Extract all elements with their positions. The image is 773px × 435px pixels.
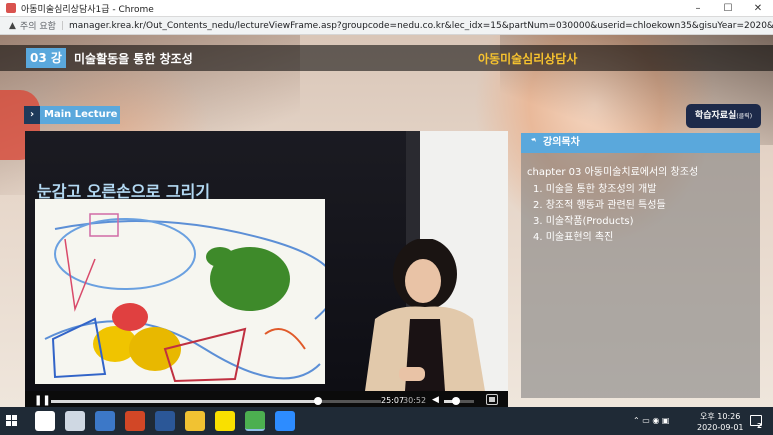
lecture-page: 03 강 미술활동을 통한 창조성 아동미술심리상담사 › Main Lectu…	[0, 35, 773, 407]
video-player[interactable]: 눈감고 오른손으로 그리기 ❚❚ 25:07 30:52 ◀	[25, 131, 508, 407]
course-name: 아동미술심리상담사	[478, 52, 578, 66]
task-view-icon[interactable]	[35, 411, 55, 431]
chevron-right-icon: ›	[24, 106, 40, 124]
lesson-title: 미술활동을 통한 창조성	[74, 52, 193, 66]
current-time: 25:07	[381, 396, 405, 405]
volume-slider[interactable]	[444, 397, 474, 405]
contents-list: 1. 미술을 통한 창조성의 개발 2. 창조적 행동과 관련된 특성들 3. …	[533, 182, 666, 246]
list-item: 2. 창조적 행동과 관련된 특성들	[533, 200, 666, 211]
fullscreen-icon[interactable]	[486, 394, 498, 405]
clock-time[interactable]: 오후 10:26	[700, 411, 740, 422]
progress-fill	[51, 400, 319, 403]
word-app-icon[interactable]	[155, 411, 175, 431]
window-controls: – ☐ ✕	[683, 0, 773, 17]
presenter-video	[355, 238, 495, 391]
zoom-app-icon[interactable]	[275, 411, 295, 431]
list-item: 4. 미술표현의 촉진	[533, 232, 614, 243]
speaker-icon[interactable]: ◀	[432, 395, 439, 405]
clock-date[interactable]: 2020-09-01	[697, 423, 744, 432]
pause-icon[interactable]: ❚❚	[34, 395, 51, 406]
lesson-number-badge: 03 강	[26, 48, 66, 68]
url-text[interactable]: manager.krea.kr/Out_Contents_nedu/lectur…	[69, 21, 773, 31]
word-pad-app-icon[interactable]	[95, 411, 115, 431]
app-favicon-icon	[6, 3, 16, 13]
minimize-button[interactable]: –	[683, 0, 713, 17]
kakaotalk-app-icon[interactable]	[215, 411, 235, 431]
presenter-svg	[365, 238, 485, 391]
contents-header-label: 강의목차	[543, 137, 580, 148]
lecture-contents-panel: 강의목차 chapter 03 아동미술치료에서의 창조성 1. 미술을 통한 …	[521, 133, 760, 398]
volume-knob[interactable]	[452, 397, 460, 405]
total-time: 30:52	[403, 396, 427, 405]
progress-bar[interactable]	[51, 397, 381, 405]
security-label[interactable]: 주의 요함	[20, 19, 56, 32]
notification-count: 2	[757, 422, 762, 430]
list-item: 1. 미술을 통한 창조성의 개발	[533, 184, 657, 195]
learning-materials-sub: (클릭)	[736, 113, 753, 120]
warning-triangle-icon[interactable]: ▲	[9, 21, 16, 31]
window-title: 아동미술심리상담사1급 - Chrome	[21, 4, 154, 15]
file-explorer-app-icon[interactable]	[185, 411, 205, 431]
child-drawing-image	[35, 199, 338, 384]
progress-knob[interactable]	[314, 397, 323, 405]
video-controls: ❚❚ 25:07 30:52 ◀	[25, 391, 508, 407]
address-separator: |	[60, 20, 64, 31]
settings-app-icon[interactable]	[65, 411, 85, 431]
tray-icons[interactable]: ⌃ ▭ ◉ ▣	[633, 416, 669, 425]
list-item: 3. 미술작품(Products)	[533, 216, 634, 227]
pin-icon	[528, 138, 536, 146]
windows-start-icon[interactable]	[6, 415, 18, 427]
windows-taskbar: ⌃ ▭ ◉ ▣ 오후 10:26 2020-09-01 2	[0, 407, 773, 435]
maximize-button[interactable]: ☐	[713, 0, 743, 17]
main-lecture-text: Main Lecture	[44, 109, 118, 120]
drawing-svg	[35, 199, 338, 384]
address-bar[interactable]: ▲ 주의 요함 | manager.krea.kr/Out_Contents_n…	[0, 17, 773, 35]
learning-materials-label: 학습자료실	[694, 111, 737, 121]
powerpoint-app-icon[interactable]	[125, 411, 145, 431]
learning-materials-button[interactable]: 학습자료실(클릭)	[686, 104, 761, 128]
contents-header: 강의목차	[521, 133, 760, 153]
chapter-title: chapter 03 아동미술치료에서의 창조성	[527, 167, 699, 178]
title-bar: 아동미술심리상담사1급 - Chrome – ☐ ✕	[0, 0, 773, 17]
close-button[interactable]: ✕	[743, 0, 773, 17]
main-lecture-label: › Main Lecture	[24, 106, 120, 124]
chrome-app-icon[interactable]	[245, 411, 265, 431]
